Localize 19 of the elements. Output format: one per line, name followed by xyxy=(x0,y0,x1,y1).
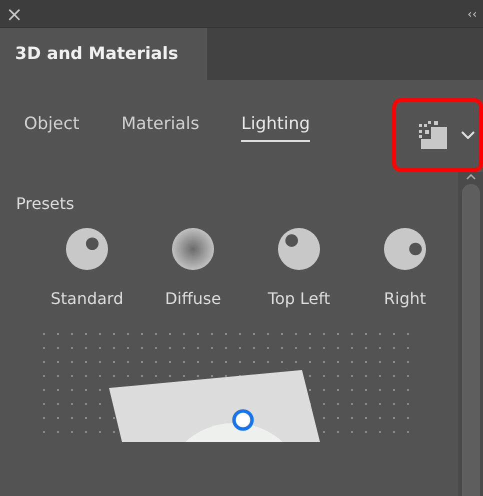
preset-button[interactable]: Right xyxy=(352,228,458,308)
pixel-stairs-icon xyxy=(419,121,447,149)
preset-button[interactable]: Diffuse xyxy=(140,228,246,308)
collapse-button[interactable]: ‹‹ xyxy=(467,8,477,20)
light-preset-icon xyxy=(384,228,426,270)
light-preset-icon xyxy=(278,228,320,270)
scroll-up-icon[interactable] xyxy=(466,174,476,180)
section-tab[interactable]: Materials xyxy=(121,110,200,142)
preset-button[interactable]: Standard xyxy=(34,228,140,308)
preset-button[interactable]: Top Left xyxy=(246,228,352,308)
presets-heading: Presets xyxy=(15,193,76,215)
section-tab[interactable]: Object xyxy=(24,110,80,142)
render-menu-button[interactable] xyxy=(392,98,483,172)
section-tab[interactable]: Lighting xyxy=(241,110,310,142)
close-button[interactable]: × xyxy=(6,4,23,24)
light-preset-icon xyxy=(172,228,214,270)
panel-tab[interactable]: 3D and Materials xyxy=(0,28,207,80)
chevron-down-icon xyxy=(461,131,475,139)
light-preset-icon xyxy=(66,228,108,270)
